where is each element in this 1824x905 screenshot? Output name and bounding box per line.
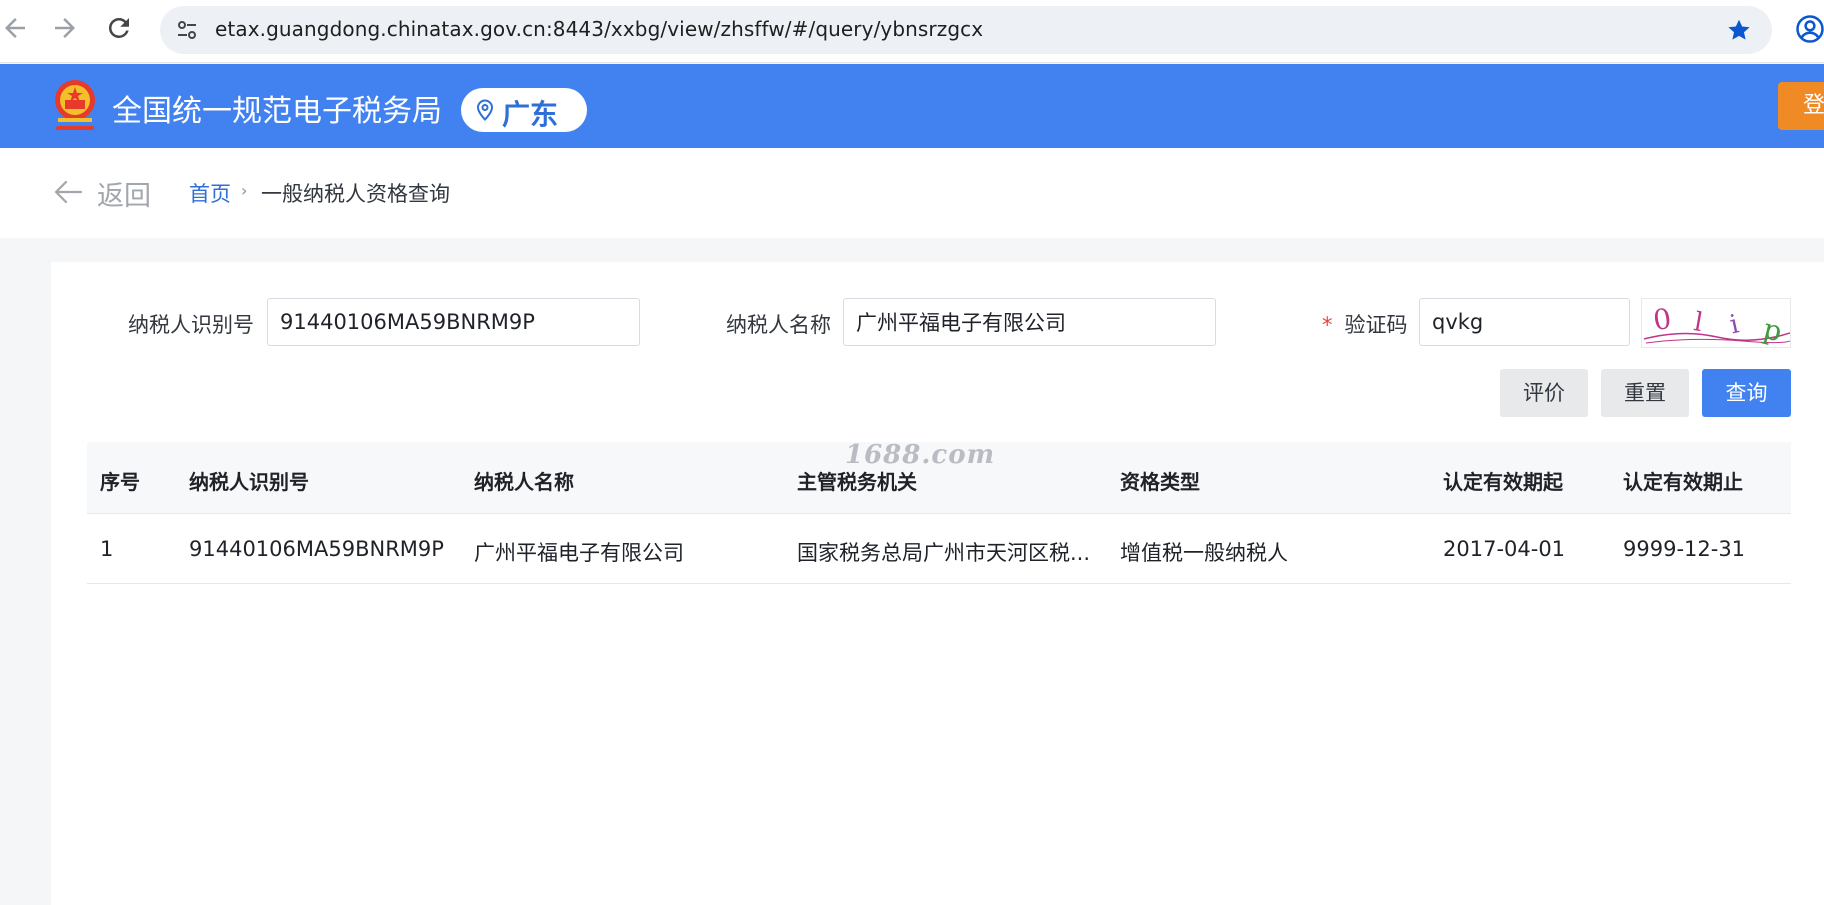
site-title[interactable]: 全国统一规范电子税务局	[112, 86, 442, 130]
national-emblem-icon	[55, 80, 95, 130]
column-header-valid-from: 认定有效期起	[1443, 470, 1563, 494]
forward-arrow-icon[interactable]	[50, 13, 80, 43]
watermark: 1688.com	[845, 440, 996, 470]
taxpayer-name-label: 纳税人名称	[726, 313, 831, 337]
column-header-index: 序号	[100, 470, 140, 494]
region-selector[interactable]: 广东	[461, 88, 587, 132]
profile-icon[interactable]	[1795, 14, 1824, 44]
region-name: 广东	[502, 98, 559, 131]
column-header-valid-to: 认定有效期止	[1623, 470, 1743, 494]
captcha-label-text: 验证码	[1344, 313, 1408, 337]
cell-valid-to: 9999-12-31	[1623, 537, 1746, 561]
taxpayer-id-input[interactable]	[267, 298, 640, 346]
location-pin-icon	[476, 99, 494, 121]
back-arrow-icon[interactable]	[53, 179, 83, 205]
captcha-image[interactable]: 0 l i p	[1641, 298, 1791, 348]
site-header: 全国统一规范电子税务局 广东 登录	[0, 64, 1824, 148]
bookmark-star-icon[interactable]	[1726, 17, 1752, 43]
captcha-label: * 验证码	[1322, 309, 1408, 339]
url-text[interactable]: etax.guangdong.chinatax.gov.cn:8443/xxbg…	[215, 17, 983, 41]
svg-text:l: l	[1692, 307, 1705, 338]
breadcrumb-current: 一般纳税人资格查询	[261, 182, 450, 206]
site-settings-icon[interactable]	[175, 18, 199, 42]
column-header-tax-authority: 主管税务机关	[797, 470, 917, 494]
breadcrumb-separator: ›	[241, 181, 248, 200]
breadcrumb-home-link[interactable]: 首页	[189, 178, 231, 208]
back-arrow-icon[interactable]	[0, 13, 30, 43]
address-bar[interactable]: etax.guangdong.chinatax.gov.cn:8443/xxbg…	[160, 6, 1772, 54]
cell-taxpayer-id: 91440106MA59BNRM9P	[189, 537, 444, 561]
cell-qualification-type: 增值税一般纳税人	[1120, 541, 1288, 565]
required-mark: *	[1322, 313, 1333, 337]
column-header-taxpayer-id: 纳税人识别号	[189, 470, 309, 494]
reset-button[interactable]: 重置	[1601, 369, 1689, 417]
browser-toolbar: etax.guangdong.chinatax.gov.cn:8443/xxbg…	[0, 0, 1824, 63]
query-panel: 纳税人识别号 纳税人名称 * 验证码 0 l i p 评价 重置 查询 序号 纳税…	[51, 262, 1824, 905]
back-link[interactable]: 返回	[97, 174, 151, 213]
cell-taxpayer-name: 广州平福电子有限公司	[474, 541, 684, 565]
cell-valid-from: 2017-04-01	[1443, 537, 1566, 561]
login-button[interactable]: 登录	[1778, 82, 1824, 130]
reload-icon[interactable]	[104, 13, 134, 43]
cell-index: 1	[100, 537, 114, 561]
svg-text:i: i	[1727, 309, 1741, 340]
evaluate-button[interactable]: 评价	[1500, 369, 1588, 417]
query-button[interactable]: 查询	[1702, 369, 1791, 417]
column-header-taxpayer-name: 纳税人名称	[474, 470, 574, 494]
column-header-qualification-type: 资格类型	[1120, 470, 1200, 494]
breadcrumb: 返回 首页 › 一般纳税人资格查询	[0, 148, 1824, 238]
captcha-input[interactable]	[1419, 298, 1630, 346]
table-row[interactable]: 1 91440106MA59BNRM9P 广州平福电子有限公司 国家税务总局广州…	[87, 514, 1791, 584]
taxpayer-id-label: 纳税人识别号	[128, 313, 254, 337]
cell-tax-authority: 国家税务总局广州市天河区税...	[797, 541, 1091, 565]
taxpayer-name-input[interactable]	[843, 298, 1216, 346]
svg-text:0: 0	[1651, 302, 1673, 337]
